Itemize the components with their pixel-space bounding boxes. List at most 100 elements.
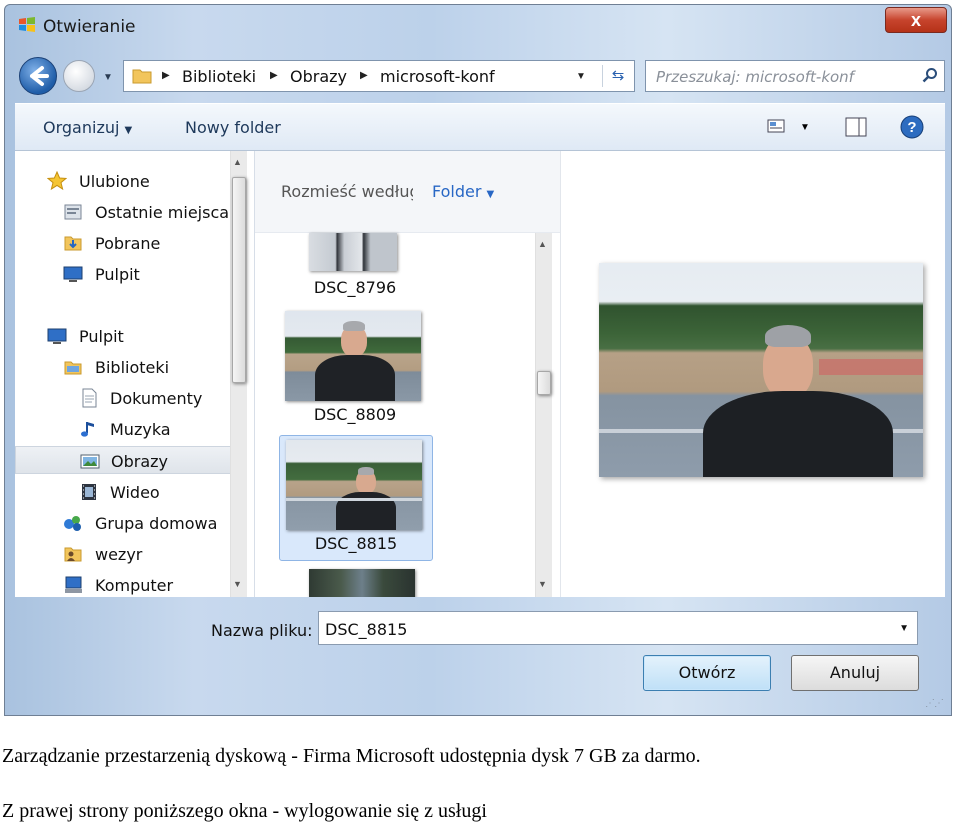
libraries-icon bbox=[64, 361, 82, 375]
chevron-down-icon: ▼ bbox=[124, 125, 133, 136]
resize-grip-icon[interactable]: ⋰⋰ bbox=[925, 698, 944, 709]
sidebar-item-label: Obrazy bbox=[111, 452, 168, 471]
file-thumbnail bbox=[285, 311, 421, 401]
sidebar-item-libraries[interactable]: Biblioteki bbox=[15, 353, 240, 381]
sidebar-item-homegroup[interactable]: Grupa domowa bbox=[15, 509, 240, 537]
sidebar-item-video[interactable]: Wideo bbox=[15, 478, 240, 506]
sidebar-item-desktop[interactable]: Pulpit bbox=[15, 322, 240, 350]
window-title: Otwieranie bbox=[43, 17, 136, 37]
recent-places-icon bbox=[64, 204, 82, 220]
filename-input[interactable]: DSC_8815 ▼ bbox=[318, 611, 918, 645]
arrange-by-dropdown[interactable]: Folder ▼ bbox=[432, 182, 494, 201]
downloads-folder-icon bbox=[64, 236, 82, 251]
filename-value: DSC_8815 bbox=[325, 620, 408, 639]
breadcrumb-pictures[interactable]: Obrazy bbox=[290, 67, 347, 86]
sidebar-item-user[interactable]: wezyr bbox=[15, 540, 240, 568]
search-placeholder: Przeszukaj: microsoft-konf bbox=[656, 68, 854, 86]
folder-icon bbox=[132, 69, 152, 84]
command-toolbar: Organizuj ▼ Nowy folder ▼ ? bbox=[15, 103, 945, 151]
change-view-icon[interactable] bbox=[767, 117, 785, 135]
breadcrumb-libraries[interactable]: Biblioteki bbox=[182, 67, 256, 86]
file-name: DSC_8809 bbox=[313, 405, 397, 424]
breadcrumb-separator: ▶ bbox=[162, 70, 170, 81]
search-input[interactable]: Przeszukaj: microsoft-konf bbox=[645, 60, 945, 92]
sidebar-item-desktop-favorite[interactable]: Pulpit bbox=[15, 260, 240, 288]
file-item[interactable]: DSC_8809 bbox=[279, 307, 433, 433]
file-name: DSC_8815 bbox=[314, 534, 398, 553]
close-button[interactable]: x bbox=[885, 7, 947, 33]
sidebar-item-favorites[interactable]: Ulubione bbox=[15, 167, 240, 195]
sidebar-item-label: Pulpit bbox=[79, 327, 124, 346]
breadcrumb-separator: ▶ bbox=[360, 70, 368, 81]
dialog-footer: Nazwa pliku: DSC_8815 ▼ Otwórz Anuluj ⋰⋰ bbox=[15, 597, 945, 711]
scrollbar-thumb[interactable] bbox=[537, 371, 551, 395]
file-thumbnail bbox=[309, 233, 397, 271]
new-folder-button[interactable]: Nowy folder bbox=[185, 118, 281, 137]
video-icon bbox=[82, 484, 96, 500]
navigation-pane: Ulubione Ostatnie miejsca Pobrane Pulpit… bbox=[15, 151, 255, 597]
address-dropdown-icon[interactable]: ▼ bbox=[576, 71, 586, 82]
star-icon bbox=[47, 171, 67, 191]
dialog-content: Ulubione Ostatnie miejsca Pobrane Pulpit… bbox=[15, 151, 945, 597]
back-arrow-icon bbox=[30, 66, 49, 86]
chevron-down-icon: ▼ bbox=[486, 189, 495, 200]
file-item[interactable]: DSC_8796 bbox=[279, 233, 433, 303]
sidebar-item-label: Muzyka bbox=[110, 420, 171, 439]
sidebar-item-label: wezyr bbox=[95, 545, 143, 564]
sidebar-item-documents[interactable]: Dokumenty bbox=[15, 384, 240, 412]
windows-logo-icon bbox=[19, 17, 35, 32]
preview-pane bbox=[560, 151, 945, 597]
svg-text:?: ? bbox=[907, 119, 916, 136]
sidebar-item-label: Pulpit bbox=[95, 265, 140, 284]
file-list-scrollbar[interactable]: ▲ ▼ bbox=[535, 233, 552, 597]
sidebar-item-label: Ulubione bbox=[79, 172, 150, 191]
refresh-icon[interactable]: ⇆ bbox=[602, 65, 633, 87]
open-button[interactable]: Otwórz bbox=[643, 655, 771, 691]
recent-locations-dropdown[interactable]: ▼ bbox=[103, 72, 113, 83]
filename-label: Nazwa pliku: bbox=[211, 621, 313, 640]
file-item[interactable] bbox=[279, 565, 433, 597]
view-options-dropdown-icon[interactable]: ▼ bbox=[800, 122, 810, 133]
scrollbar-thumb[interactable] bbox=[232, 177, 246, 383]
sidebar-item-label: Komputer bbox=[95, 576, 174, 595]
file-thumbnail bbox=[286, 440, 422, 530]
sidebar-item-recent-places[interactable]: Ostatnie miejsca bbox=[15, 198, 240, 226]
sidebar-item-label: Biblioteki bbox=[95, 358, 170, 377]
scroll-up-icon[interactable]: ▲ bbox=[538, 239, 547, 249]
open-file-dialog: Otwieranie x ▼ ▶ Biblioteki ▶ Obrazy ▶ m… bbox=[4, 4, 952, 716]
sidebar-item-downloads[interactable]: Pobrane bbox=[15, 229, 240, 257]
navigation-scrollbar[interactable]: ▲ ▼ bbox=[230, 151, 247, 597]
breadcrumb-separator: ▶ bbox=[270, 70, 278, 81]
filename-dropdown-icon[interactable]: ▼ bbox=[899, 623, 909, 634]
file-item-selected[interactable]: DSC_8815 bbox=[279, 435, 433, 561]
address-bar[interactable]: ▶ Biblioteki ▶ Obrazy ▶ microsoft-konf ▼… bbox=[123, 60, 635, 92]
help-icon[interactable]: ? bbox=[900, 115, 924, 139]
sidebar-item-music[interactable]: Muzyka bbox=[15, 415, 240, 443]
file-list-pane: Rozmieść według: Folder ▼ DSC_8796 DSC_8… bbox=[255, 151, 560, 597]
organize-menu-button[interactable]: Organizuj ▼ bbox=[43, 118, 132, 137]
computer-icon bbox=[65, 576, 82, 593]
desktop-icon bbox=[63, 266, 83, 282]
caption-line-1: Zarządzanie przestarzenią dyskową - Firm… bbox=[2, 745, 701, 767]
scroll-down-icon[interactable]: ▼ bbox=[233, 579, 242, 589]
preview-pane-toggle-icon[interactable] bbox=[845, 117, 867, 137]
sidebar-item-label: Dokumenty bbox=[110, 389, 203, 408]
sidebar-item-pictures[interactable]: Obrazy bbox=[15, 446, 240, 474]
file-thumbnail bbox=[309, 569, 415, 597]
back-button[interactable] bbox=[19, 57, 57, 95]
scroll-up-icon[interactable]: ▲ bbox=[233, 157, 242, 167]
preview-image bbox=[599, 263, 923, 477]
title-bar[interactable]: Otwieranie x bbox=[5, 5, 951, 45]
pictures-icon bbox=[80, 454, 100, 469]
sidebar-item-label: Grupa domowa bbox=[95, 514, 218, 533]
cancel-button[interactable]: Anuluj bbox=[791, 655, 919, 691]
breadcrumb-current-folder[interactable]: microsoft-konf bbox=[380, 67, 495, 86]
documents-icon bbox=[82, 388, 97, 408]
desktop-icon bbox=[47, 328, 67, 344]
sidebar-item-computer[interactable]: Komputer bbox=[15, 571, 240, 599]
user-folder-icon bbox=[64, 547, 82, 562]
scroll-down-icon[interactable]: ▼ bbox=[538, 579, 547, 589]
search-icon[interactable] bbox=[922, 67, 938, 83]
sidebar-item-label: Ostatnie miejsca bbox=[95, 203, 230, 222]
forward-button[interactable] bbox=[63, 60, 95, 92]
